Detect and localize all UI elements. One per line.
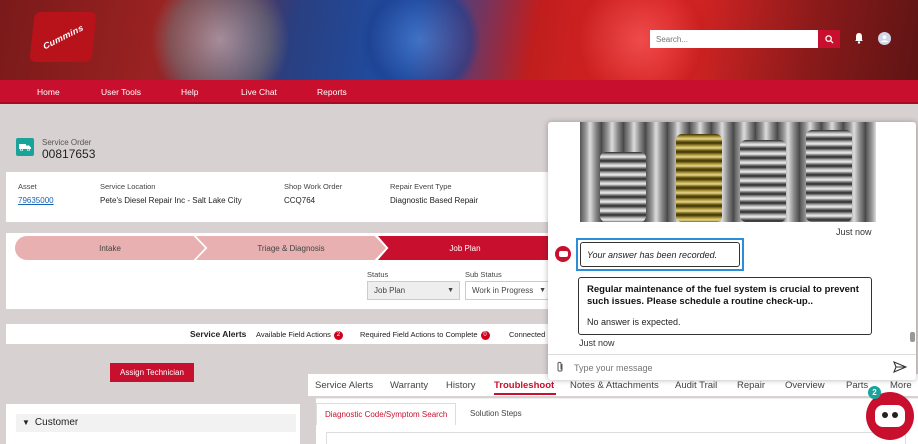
nav-home[interactable]: Home xyxy=(37,87,60,97)
required-field-actions-label: Required Field Actions to Complete xyxy=(360,330,478,339)
send-icon xyxy=(893,360,908,374)
attachment-button[interactable] xyxy=(556,361,564,375)
customer-section-title: Customer xyxy=(34,417,79,428)
user-avatar-button[interactable] xyxy=(878,32,891,45)
bot-message: Regular maintenance of the fuel system i… xyxy=(578,277,872,335)
path-step-job-plan[interactable]: Job Plan xyxy=(378,236,552,260)
recorded-message-text: Your answer has been recorded. xyxy=(580,242,740,267)
repair-event-type-value: Diagnostic Based Repair xyxy=(390,196,479,205)
repair-event-type-label: Repair Event Type xyxy=(390,182,452,191)
truck-icon xyxy=(16,138,34,156)
available-field-actions[interactable]: Available Field Actions 2 xyxy=(256,330,343,340)
bot-avatar xyxy=(555,246,571,262)
asset-link[interactable]: 79635000 xyxy=(18,196,54,205)
asset-label: Asset xyxy=(18,182,37,191)
assign-technician-button[interactable]: Assign Technician xyxy=(110,363,194,382)
search-icon xyxy=(824,34,834,44)
service-alerts-title: Service Alerts xyxy=(190,329,247,339)
available-field-actions-label: Available Field Actions xyxy=(256,330,331,339)
sub-status-select[interactable]: Work in Progress ▼ xyxy=(465,281,552,300)
customer-section-header[interactable]: ▼ Customer xyxy=(16,414,296,432)
progress-path: Intake Triage & Diagnosis Job Plan Statu… xyxy=(6,233,552,309)
chatbot-badge: 2 xyxy=(868,386,881,399)
chatbot-launcher[interactable] xyxy=(866,392,914,440)
bot-message-text: Regular maintenance of the fuel system i… xyxy=(587,284,859,307)
subtab-diagnostic-code-search[interactable]: Diagnostic Code/Symptom Search xyxy=(316,403,457,425)
tab-warranty[interactable]: Warranty xyxy=(390,380,428,391)
tab-parts[interactable]: Parts xyxy=(846,380,868,391)
sub-status-value: Work in Progress xyxy=(472,286,534,295)
service-order-label: Service Order xyxy=(42,138,92,147)
available-count-badge: 2 xyxy=(333,330,343,340)
tab-more[interactable]: More xyxy=(890,380,912,391)
recorded-message[interactable]: Your answer has been recorded. xyxy=(576,238,744,271)
bell-icon xyxy=(855,33,863,44)
subtab-solution-steps[interactable]: Solution Steps xyxy=(462,403,530,425)
chat-scrollbar[interactable] xyxy=(910,332,915,342)
nav-live-chat[interactable]: Live Chat xyxy=(241,87,277,97)
paperclip-icon xyxy=(557,361,563,372)
service-location-value: Pete's Diesel Repair Inc - Salt Lake Cit… xyxy=(100,196,242,205)
chevron-down-icon: ▼ xyxy=(447,287,454,294)
troubleshoot-subtabs: Diagnostic Code/Symptom Search Solution … xyxy=(316,398,918,444)
chat-message-input[interactable] xyxy=(574,360,874,376)
service-alerts-bar: Service Alerts Available Field Actions 2 … xyxy=(6,324,552,344)
send-button[interactable] xyxy=(893,360,908,375)
robot-icon xyxy=(875,405,905,427)
status-select[interactable]: Job Plan ▼ xyxy=(367,281,460,300)
message-time: Just now xyxy=(579,338,615,348)
cummins-logo[interactable]: Cummins xyxy=(29,12,97,62)
main-nav: Home User Tools Help Live Chat Reports xyxy=(0,80,918,104)
subtab-content xyxy=(326,432,906,444)
brand-text: Cummins xyxy=(41,22,85,52)
chat-panel: Just now Your answer has been recorded. … xyxy=(548,122,916,380)
shop-work-order-value: CCQ764 xyxy=(284,196,316,205)
service-order-details: Asset 79635000 Service Location Pete's D… xyxy=(6,172,552,222)
nav-help[interactable]: Help xyxy=(181,87,198,97)
notifications-button[interactable] xyxy=(853,32,865,46)
user-icon xyxy=(880,35,889,43)
required-field-actions[interactable]: Required Field Actions to Complete 0 xyxy=(360,330,490,340)
tab-service-alerts[interactable]: Service Alerts xyxy=(315,380,373,391)
search-input[interactable] xyxy=(650,30,818,48)
status-value: Job Plan xyxy=(374,286,406,295)
tab-overview[interactable]: Overview xyxy=(785,380,825,391)
tab-troubleshoot[interactable]: Troubleshoot xyxy=(494,380,554,391)
path-step-intake[interactable]: Intake xyxy=(15,236,205,260)
required-count-badge: 0 xyxy=(480,330,490,340)
fuel-system-image xyxy=(580,122,876,222)
bot-message-note: No answer is expected. xyxy=(587,317,681,327)
message-time: Just now xyxy=(836,227,872,237)
customer-section: ▼ Customer xyxy=(6,404,300,444)
service-location-label: Service Location xyxy=(100,182,156,191)
status-label: Status xyxy=(367,270,389,279)
nav-reports[interactable]: Reports xyxy=(317,87,347,97)
tab-history[interactable]: History xyxy=(446,380,476,391)
search-button[interactable] xyxy=(818,30,840,48)
path-step-triage[interactable]: Triage & Diagnosis xyxy=(196,236,386,260)
active-tab-underline xyxy=(494,393,556,395)
tab-notes-attachments[interactable]: Notes & Attachments xyxy=(570,380,659,391)
sub-status-label: Sub Status xyxy=(465,270,502,279)
nav-user-tools[interactable]: User Tools xyxy=(101,87,141,97)
shop-work-order-label: Shop Work Order xyxy=(284,182,343,191)
chevron-down-icon: ▼ xyxy=(539,287,546,294)
chat-input-row xyxy=(548,354,916,380)
chevron-down-icon: ▼ xyxy=(22,418,30,427)
connected-label: Connected xyxy=(509,330,546,339)
tab-audit-trail[interactable]: Audit Trail xyxy=(675,380,717,391)
tab-repair[interactable]: Repair xyxy=(737,380,765,391)
service-order-number: 00817653 xyxy=(42,147,96,161)
